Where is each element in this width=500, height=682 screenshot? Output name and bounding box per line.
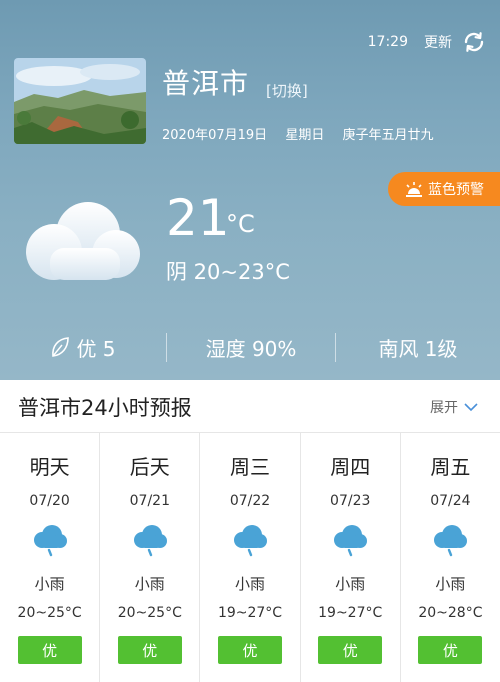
- city-photo: [14, 58, 146, 144]
- day-aqi-badge: 优: [318, 636, 383, 664]
- leaf-icon: [52, 337, 70, 357]
- day-temp-range: 20~25°C: [117, 605, 182, 621]
- wind-value: 南风 1级: [378, 336, 458, 361]
- weekday: 星期日: [285, 128, 325, 143]
- day-condition: 小雨: [435, 575, 466, 593]
- rain-cloud-icon: [234, 525, 267, 557]
- forecast-day-1[interactable]: 明天 07/20 小雨 20~25°C 优: [0, 433, 101, 682]
- day-date: 07/24: [430, 493, 471, 509]
- day-temp-range: 19~27°C: [318, 605, 383, 621]
- forecast-day-5[interactable]: 周五 07/24 小雨 20~28°C 优: [401, 433, 500, 682]
- cloud-icon: [26, 202, 140, 280]
- day-temp-range: 20~25°C: [17, 605, 82, 621]
- day-condition: 小雨: [335, 575, 366, 593]
- rain-cloud-icon: [33, 525, 67, 557]
- update-time: 17:29: [367, 34, 408, 50]
- refresh-icon[interactable]: [462, 30, 486, 54]
- humidity-value: 湿度 90%: [205, 336, 297, 361]
- rain-cloud-icon: [133, 525, 167, 557]
- refresh-button[interactable]: 更新: [424, 32, 452, 52]
- lunar-date: 庚子年五月廿九: [342, 128, 434, 143]
- day-date: 07/21: [129, 493, 170, 509]
- current-temperature: 21: [166, 189, 230, 247]
- forecast-day-3[interactable]: 周三 07/22 小雨 19~27°C 优: [200, 433, 301, 682]
- day-name: 后天: [129, 455, 170, 479]
- forecast-days: 明天 07/20 小雨 20~25°C 优 后天 07/21 小雨 20~25°…: [0, 433, 500, 682]
- city-name: 普洱市: [162, 67, 250, 100]
- current-condition: 阴 20~23°C: [166, 260, 290, 284]
- day-date: 07/20: [29, 493, 70, 509]
- weather-alert-badge[interactable]: 蓝色预警: [388, 172, 500, 206]
- day-aqi-badge: 优: [117, 636, 182, 664]
- day-date: 07/22: [229, 493, 271, 509]
- day-name: 明天: [29, 455, 70, 479]
- day-name: 周五: [430, 455, 471, 479]
- rain-cloud-icon: [434, 525, 468, 557]
- forecast-day-4[interactable]: 周四 07/23 小雨 19~27°C 优: [301, 433, 401, 682]
- air-quality-stat: 优 5: [0, 333, 166, 362]
- day-temp-range: 19~27°C: [217, 605, 283, 621]
- chevron-down-icon: [464, 403, 478, 412]
- weather-stats: 优 5 湿度 90% 南风 1级: [0, 326, 500, 368]
- alert-label: 蓝色预警: [428, 182, 484, 198]
- date-line: 2020年07月19日 星期日 庚子年五月廿九: [162, 124, 447, 143]
- switch-city-link[interactable]: [切换]: [266, 80, 308, 101]
- day-date: 07/23: [330, 493, 371, 509]
- expand-button[interactable]: 展开: [430, 397, 478, 417]
- solar-date: 2020年07月19日: [162, 128, 268, 143]
- rain-cloud-icon: [334, 525, 368, 557]
- forecast-title: 普洱市24小时预报: [18, 396, 192, 420]
- day-condition: 小雨: [34, 575, 65, 593]
- wind-stat: 南风 1级: [336, 333, 500, 362]
- forecast-header: 普洱市24小时预报 展开: [0, 380, 500, 433]
- day-condition: 小雨: [235, 575, 266, 593]
- day-temp-range: 20~28°C: [418, 605, 483, 621]
- day-aqi-badge: 优: [17, 636, 82, 664]
- day-condition: 小雨: [134, 575, 165, 593]
- temperature-unit: °C: [226, 210, 255, 238]
- day-aqi-badge: 优: [418, 636, 483, 664]
- day-name: 周三: [230, 455, 270, 479]
- day-aqi-badge: 优: [218, 636, 282, 664]
- day-name: 周四: [330, 455, 371, 479]
- expand-label: 展开: [430, 400, 458, 416]
- alert-sun-icon: [406, 182, 422, 197]
- humidity-stat: 湿度 90%: [166, 332, 336, 362]
- forecast-day-2[interactable]: 后天 07/21 小雨 20~25°C 优: [100, 433, 201, 682]
- top-bar: 17:29 更新: [368, 30, 486, 54]
- current-weather-panel: 17:29 更新 普洱市 [切换] 2020年07月19日 星期日 庚子年五月廿…: [0, 0, 500, 380]
- air-quality-value: 优 5: [76, 336, 116, 361]
